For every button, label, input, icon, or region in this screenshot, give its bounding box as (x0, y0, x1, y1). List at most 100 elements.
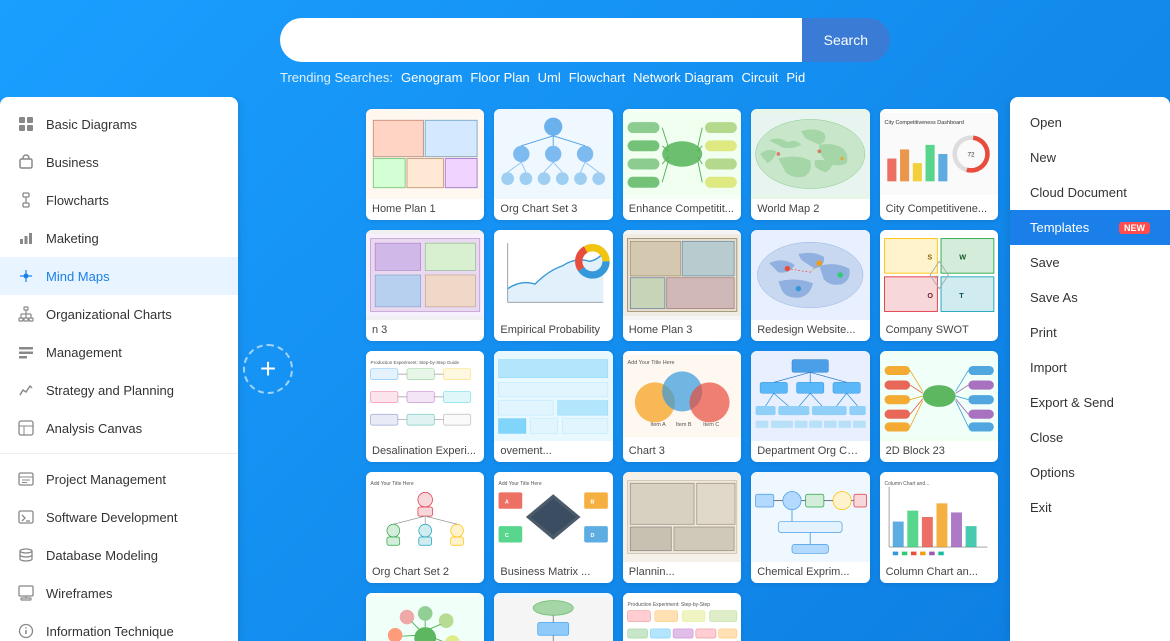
svg-text:Add Your Title Here: Add Your Title Here (627, 360, 674, 366)
right-panel-exit[interactable]: Exit (1010, 490, 1170, 525)
svg-text:Add Your Title Here: Add Your Title Here (499, 481, 542, 487)
right-panel-import[interactable]: Import (1010, 350, 1170, 385)
grid-icon (16, 114, 36, 134)
flowchart-icon (16, 190, 36, 210)
sidebar-item-strategy[interactable]: Strategy and Planning (0, 371, 238, 409)
right-panel-options[interactable]: Options (1010, 455, 1170, 490)
header: Search Trending Searches: Genogram Floor… (0, 0, 1170, 97)
template-chemical[interactable]: Chemical Exprim... (751, 472, 869, 583)
right-panel-label: Export & Send (1030, 395, 1114, 410)
template-swot[interactable]: S W O T W Company SWOT (880, 230, 998, 341)
trending-flowchart[interactable]: Flowchart (569, 70, 625, 85)
new-diagram-button[interactable]: + (243, 344, 293, 394)
search-button[interactable]: Search (802, 18, 890, 62)
template-world-map[interactable]: World Map 2 (751, 109, 869, 220)
template-enhance[interactable]: Enhance Competitit... (623, 109, 741, 220)
right-panel-print[interactable]: Print (1010, 315, 1170, 350)
template-desalination[interactable]: Production Experiment: Step-by-Step Guid… (366, 351, 484, 462)
template-plan[interactable]: Plannin... (623, 472, 741, 583)
right-panel-label: Print (1030, 325, 1057, 340)
sidebar-item-mindmaps[interactable]: Mind Maps (0, 257, 238, 295)
right-panel-label: Save As (1030, 290, 1078, 305)
svg-text:Production Experiment: Step-by: Production Experiment: Step-by-Step Guid… (371, 360, 460, 365)
template-label: 2D Block 23 (880, 441, 998, 462)
right-panel-export[interactable]: Export & Send (1010, 385, 1170, 420)
template-label: Column Chart an... (880, 562, 998, 583)
search-input[interactable] (280, 18, 802, 62)
template-flowchart-sample[interactable]: Flowchart Sample (494, 593, 612, 641)
sidebar-item-project[interactable]: Project Management (0, 460, 238, 498)
right-panel-label: Templates (1030, 220, 1089, 235)
sidebar-label: Strategy and Planning (46, 383, 174, 398)
right-panel-open[interactable]: Open (1010, 105, 1170, 140)
template-label: Company SWOT (880, 320, 998, 341)
template-org-set2[interactable]: Add Your Title Here (366, 472, 484, 583)
new-badge: NEW (1119, 222, 1150, 234)
right-panel-label: Cloud Document (1030, 185, 1127, 200)
template-life-plan[interactable]: Production Experiment: Step-by-Step (623, 593, 741, 641)
sidebar-label: Business (46, 155, 99, 170)
right-panel-save[interactable]: Save (1010, 245, 1170, 280)
sidebar-item-org[interactable]: Organizational Charts (0, 295, 238, 333)
sidebar-item-database[interactable]: Database Modeling (0, 536, 238, 574)
sidebar-item-wireframes[interactable]: Wireframes (0, 574, 238, 612)
template-label: Business Matrix ... (494, 562, 612, 583)
sidebar-item-canvas[interactable]: Analysis Canvas (0, 409, 238, 447)
right-panel-save-as[interactable]: Save As (1010, 280, 1170, 315)
template-label: Org Chart Set 3 (494, 199, 612, 220)
trending-genogram[interactable]: Genogram (401, 70, 462, 85)
template-label: Chart 3 (623, 441, 741, 462)
template-chart3[interactable]: Add Your Title Here Item A Item B Item C… (623, 351, 741, 462)
trending-circuit[interactable]: Circuit (742, 70, 779, 85)
sidebar-item-marketing[interactable]: Maketing (0, 219, 238, 257)
project-icon (16, 469, 36, 489)
template-home-plan-1[interactable]: Home Plan 1 (366, 109, 484, 220)
sidebar-item-basic[interactable]: Basic Diagrams (0, 105, 238, 143)
svg-text:72: 72 (967, 152, 975, 159)
svg-text:W: W (959, 253, 966, 262)
template-column-chart[interactable]: Column Chart and... (880, 472, 998, 583)
svg-text:O: O (927, 291, 933, 300)
svg-text:T: T (959, 291, 964, 300)
template-n3[interactable]: n 3 (366, 230, 484, 341)
sidebar-item-management[interactable]: Management (0, 333, 238, 371)
sidebar-item-business[interactable]: Business (0, 143, 238, 181)
template-label: Home Plan 1 (366, 199, 484, 220)
trending-uml[interactable]: Uml (538, 70, 561, 85)
right-panel-label: New (1030, 150, 1056, 165)
sidebar-label: Database Modeling (46, 548, 158, 563)
template-english-parts[interactable]: English Part Of Sp... (366, 593, 484, 641)
sidebar-label: Organizational Charts (46, 307, 172, 322)
sidebar-item-info[interactable]: Information Technique (0, 612, 238, 641)
template-redesign[interactable]: Redesign Website... (751, 230, 869, 341)
template-dept-org[interactable]: Department Org Chart (751, 351, 869, 462)
sidebar-divider (0, 453, 238, 454)
trending-pid[interactable]: Pid (786, 70, 805, 85)
sidebar: Basic Diagrams Business (0, 97, 238, 641)
svg-text:D: D (591, 533, 595, 539)
sidebar-label: Software Development (46, 510, 178, 525)
right-panel-new[interactable]: New (1010, 140, 1170, 175)
template-business-matrix[interactable]: Add Your Title Here A B C (494, 472, 612, 583)
template-city[interactable]: City Competitiveness Dashboard 72 (880, 109, 998, 220)
template-ovement[interactable]: ovement... (494, 351, 612, 462)
right-panel-cloud[interactable]: Cloud Document (1010, 175, 1170, 210)
template-2d-block[interactable]: 2D Block 23 (880, 351, 998, 462)
management-icon (16, 342, 36, 362)
sidebar-label: Project Management (46, 472, 166, 487)
trending-floorplan[interactable]: Floor Plan (470, 70, 529, 85)
right-panel-templates[interactable]: Templates NEW (1010, 210, 1170, 245)
svg-text:Add Your Title Here: Add Your Title Here (371, 481, 414, 487)
template-label: Org Chart Set 2 (366, 562, 484, 583)
svg-text:C: C (505, 533, 509, 539)
sidebar-item-flowcharts[interactable]: Flowcharts (0, 181, 238, 219)
chart-icon (16, 228, 36, 248)
right-panel-close[interactable]: Close (1010, 420, 1170, 455)
template-org-chart-3[interactable]: Org Chart Set 3 (494, 109, 612, 220)
sidebar-label: Wireframes (46, 586, 112, 601)
template-home-plan-3[interactable]: Home Plan 3 (623, 230, 741, 341)
template-empirical[interactable]: Empirical Probability (494, 230, 612, 341)
sidebar-item-software[interactable]: Software Development (0, 498, 238, 536)
template-label: n 3 (366, 320, 484, 341)
trending-network[interactable]: Network Diagram (633, 70, 733, 85)
